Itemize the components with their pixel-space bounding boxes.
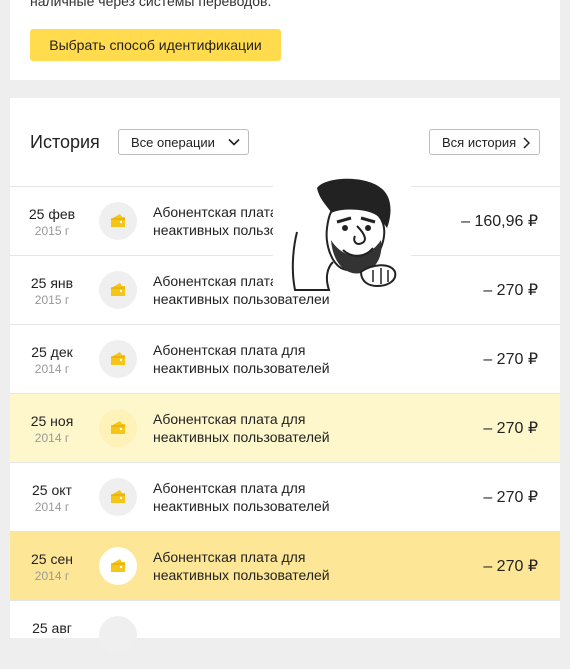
- transaction-row[interactable]: 25 сен 2014 г Абонентская плата для неакт…: [10, 531, 560, 600]
- identification-text: наличные через системы переводов.: [30, 0, 272, 9]
- transaction-row[interactable]: 25 окт 2014 г Абонентская плата для неакт…: [10, 462, 560, 531]
- chevron-right-icon: [523, 137, 530, 149]
- meme-drawing: [291, 178, 397, 291]
- transaction-amount: – 160,96 ₽: [461, 213, 538, 230]
- wallet-icon: [99, 409, 137, 447]
- transaction-date: 25 авг: [32, 620, 72, 636]
- choose-identification-button[interactable]: Выбрать способ идентификации: [30, 29, 281, 61]
- transaction-date: 25 ноя: [30, 413, 74, 429]
- operations-filter-value: Все операции: [131, 135, 215, 150]
- wallet-icon: [99, 340, 137, 378]
- identification-card: наличные через системы переводов. Выбрат…: [10, 0, 560, 80]
- chevron-down-icon: [228, 138, 240, 146]
- transaction-year: 2014 г: [34, 431, 70, 445]
- wallet-icon: [99, 616, 137, 654]
- transaction-date: 25 сен: [31, 551, 73, 567]
- transaction-date: 25 фев: [28, 206, 76, 222]
- transaction-date: 25 янв: [30, 275, 74, 291]
- transaction-year: 2014 г: [34, 500, 70, 514]
- transaction-description: Абонентская плата для неактивных пользова…: [153, 342, 330, 376]
- transaction-row[interactable]: 25 ноя 2014 г Абонентская плата для неакт…: [10, 393, 560, 462]
- wallet-icon: [99, 478, 137, 516]
- transaction-date: 25 окт: [32, 482, 72, 498]
- transaction-year: 2014 г: [34, 362, 70, 376]
- operations-filter-select[interactable]: Все операции: [118, 129, 249, 155]
- wallet-icon: [99, 547, 137, 585]
- transaction-amount: – 270 ₽: [483, 420, 538, 437]
- all-history-label: Вся история: [442, 135, 517, 150]
- history-card: История Все операции Вся история 25 фев …: [10, 98, 560, 654]
- transaction-year: 2014 г: [34, 569, 70, 583]
- history-title: История: [30, 132, 100, 152]
- all-history-button[interactable]: Вся история: [429, 129, 540, 155]
- transaction-amount: – 270 ₽: [483, 351, 538, 368]
- wallet-icon: [99, 271, 137, 309]
- transaction-description: Абонентская плата для неактивных пользова…: [153, 549, 330, 583]
- transaction-year: 2015 г: [34, 224, 70, 238]
- transaction-amount: – 270 ₽: [483, 282, 538, 299]
- transaction-description: Абонентская плата для неактивных пользова…: [153, 480, 330, 514]
- transaction-row[interactable]: 25 дек 2014 г Абонентская плата для неакт…: [10, 324, 560, 393]
- transaction-amount: – 270 ₽: [483, 558, 538, 575]
- transaction-date: 25 дек: [31, 344, 73, 360]
- transaction-year: 2015 г: [34, 293, 70, 307]
- wallet-icon: [99, 202, 137, 240]
- transaction-description: Абонентская плата для неактивных пользова…: [153, 411, 330, 445]
- transaction-row[interactable]: 25 авг: [10, 600, 560, 669]
- meme-face-image: [273, 178, 411, 296]
- transaction-amount: – 270 ₽: [483, 489, 538, 506]
